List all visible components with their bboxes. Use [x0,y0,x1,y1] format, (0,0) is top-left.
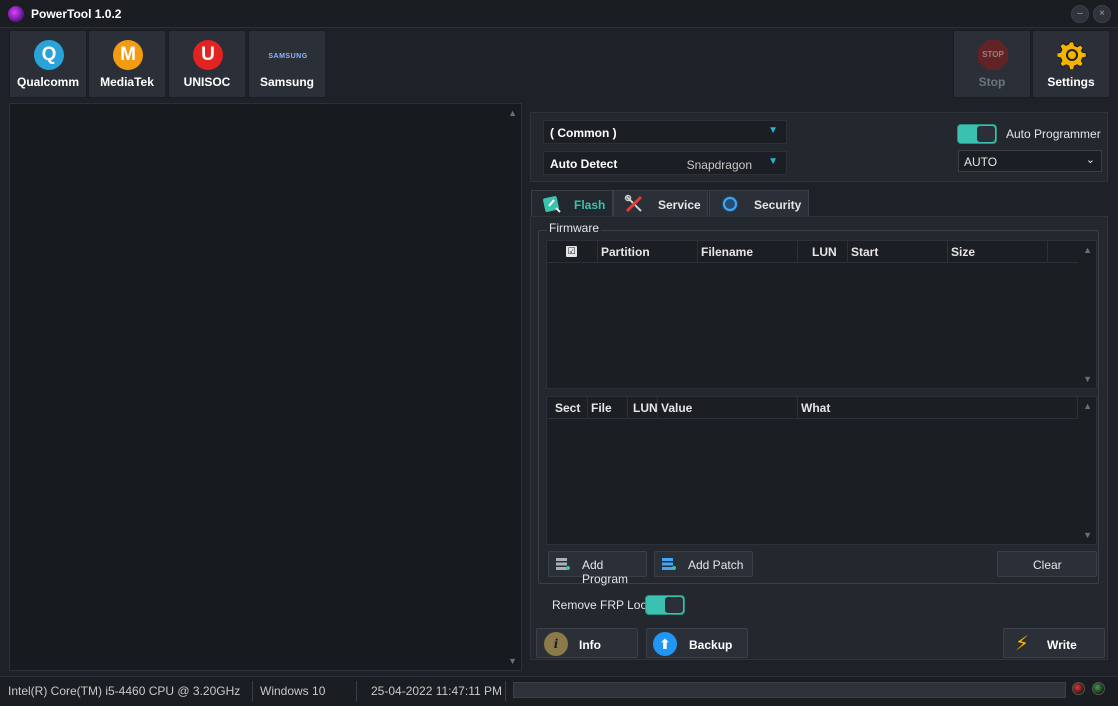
column-size[interactable]: Size [948,241,1048,263]
window-title: PowerTool 1.0.2 [31,7,121,21]
chevron-down-icon: ▼ [768,125,778,136]
settings-button[interactable]: Settings [1032,30,1110,98]
cpu-info: Intel(R) Core(TM) i5-4460 CPU @ 3.20GHz [8,684,240,698]
tab-security[interactable]: Security [709,190,809,217]
title-bar: PowerTool 1.0.2 – × [0,0,1118,28]
stop-button[interactable]: STOP Stop [953,30,1031,98]
chevron-down-icon: ⌄ [1086,153,1095,166]
status-divider [252,681,253,701]
add-patch-button[interactable]: Add Patch [654,551,753,577]
status-divider [505,681,506,701]
backup-label: Backup [689,638,732,652]
scroll-down-icon[interactable]: ▼ [508,656,517,666]
programmer-select-value: AUTO [964,155,997,169]
log-output[interactable]: ▲ ▼ [9,103,522,671]
scroll-up-icon[interactable]: ▲ [508,108,517,118]
ok-led-icon [1092,682,1105,695]
error-led-icon [1072,682,1085,695]
auto-programmer-toggle[interactable] [957,124,997,144]
select-all-checkbox[interactable]: ☑ [566,246,577,257]
toggle-knob [977,126,995,142]
scroll-down-icon[interactable]: ▼ [1083,530,1092,540]
tab-flash-label: Flash [574,198,605,212]
auto-detect-combo[interactable]: Auto Detect Snapdragon ▼ [543,151,787,175]
chevron-down-icon: ▼ [768,156,778,167]
minimize-icon[interactable]: – [1071,5,1089,23]
stop-icon: STOP [978,40,1008,70]
remove-frp-toggle[interactable] [645,595,685,615]
column-start[interactable]: Start [848,241,948,263]
samsung-label: Samsung [249,75,325,89]
tab-flash[interactable]: Flash [531,190,613,217]
flash-icon [542,194,562,214]
platform-combo[interactable]: ( Common ) ▼ [543,120,787,144]
mediatek-button[interactable]: M MediaTek [88,30,166,98]
stop-label: Stop [954,75,1030,89]
column-value[interactable]: Value [658,397,798,419]
tab-service-label: Service [658,198,701,212]
qualcomm-label: Qualcomm [10,75,86,89]
upload-icon: ⬆ [653,632,677,656]
progress-bar [513,682,1066,698]
lightning-icon: ⚡ [1010,632,1034,656]
tab-service[interactable]: Service [613,190,708,217]
qualcomm-icon: Q [34,40,64,70]
info-button[interactable]: i Info [536,628,638,658]
auto-programmer-label: Auto Programmer [1006,127,1101,141]
samsung-icon: SAMSUNG [266,51,310,63]
unisoc-icon: U [193,40,223,70]
samsung-button[interactable]: SAMSUNG Samsung [248,30,326,98]
info-icon: i [544,632,568,656]
list-add-icon [556,558,570,570]
partition-table[interactable]: ☑ Partition Filename LUN Start Size ▲ ▼ [546,240,1097,389]
security-icon [720,194,740,214]
write-button[interactable]: ⚡ Write [1003,628,1105,658]
auto-detect-value: Snapdragon [687,158,752,172]
clear-label: Clear [1033,558,1062,572]
mediatek-icon: M [113,40,143,70]
column-what[interactable]: What [798,397,1078,419]
status-divider [356,681,357,701]
firmware-group-label: Firmware [547,221,601,235]
gear-icon [1057,40,1087,70]
info-label: Info [579,638,601,652]
mediatek-label: MediaTek [89,75,165,89]
settings-label: Settings [1033,75,1109,89]
column-sect[interactable]: Sect [547,397,588,419]
scroll-down-icon[interactable]: ▼ [1083,374,1092,384]
column-lun[interactable]: LUN [628,397,658,419]
patch-table-header: Sect File LUN Value What [547,397,1078,419]
column-filename[interactable]: Filename [698,241,798,263]
app-logo-icon [8,6,24,22]
clear-button[interactable]: Clear [997,551,1097,577]
datetime: 25-04-2022 11:47:11 PM [371,684,502,698]
column-file[interactable]: File [588,397,628,419]
tab-security-label: Security [754,198,801,212]
remove-frp-label: Remove FRP Lock [552,598,652,612]
scroll-up-icon[interactable]: ▲ [1083,401,1092,411]
qualcomm-button[interactable]: Q Qualcomm [9,30,87,98]
os-info: Windows 10 [260,684,325,698]
column-partition[interactable]: Partition [598,241,698,263]
toggle-knob [665,597,683,613]
backup-button[interactable]: ⬆ Backup [646,628,748,658]
platform-combo-value: ( Common ) [550,126,617,140]
write-label: Write [1047,638,1077,652]
list-add-icon [662,558,676,570]
add-program-button[interactable]: Add Program [548,551,647,577]
select-all-column[interactable]: ☑ [547,241,598,263]
add-program-label: Add Program [582,558,646,586]
patch-table[interactable]: Sect File LUN Value What ▲ ▼ [546,396,1097,545]
programmer-select[interactable]: AUTO ⌄ [958,150,1102,172]
unisoc-button[interactable]: U UNISOC [168,30,246,98]
column-lun[interactable]: LUN [798,241,848,263]
auto-detect-label: Auto Detect [550,157,617,171]
scroll-up-icon[interactable]: ▲ [1083,245,1092,255]
partition-table-header: ☑ Partition Filename LUN Start Size [547,241,1078,263]
unisoc-label: UNISOC [169,75,245,89]
add-patch-label: Add Patch [688,558,743,572]
tools-icon [624,194,644,214]
close-icon[interactable]: × [1093,5,1111,23]
status-bar: Intel(R) Core(TM) i5-4460 CPU @ 3.20GHz … [0,676,1118,706]
